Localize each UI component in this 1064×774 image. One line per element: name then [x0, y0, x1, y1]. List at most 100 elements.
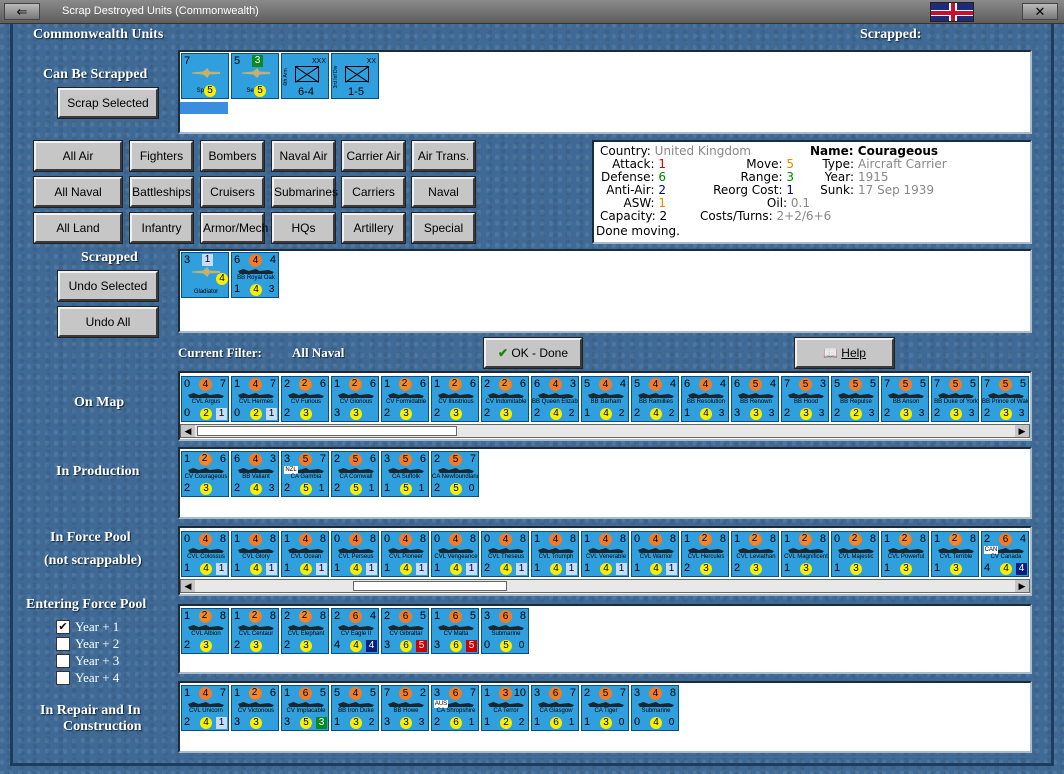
unit-counter[interactable]: 1 4 8 CVL Venerable 1 4 1 — [581, 531, 629, 577]
unit-counter[interactable]: 0 4 8 CVL Vengeance 1 4 1 — [431, 531, 479, 577]
unit-counter[interactable]: 1 6 5 CV Implacable 3 5 3 — [281, 685, 329, 731]
unit-counter[interactable]: 7 5 5 BB Prince of Wales 2 3 3 — [981, 376, 1029, 422]
filter-button-all-air[interactable]: All Air — [33, 140, 123, 172]
unit-counter[interactable]: 7 5 5 BB Duke of York 2 3 3 — [931, 376, 979, 422]
scroll-left-icon[interactable]: ◀ — [181, 425, 195, 437]
filter-button-special[interactable]: Special — [411, 212, 476, 244]
unit-counter[interactable]: 7 5 5 BB Anson 2 3 3 — [881, 376, 929, 422]
unit-counter[interactable]: 1 4 7 CVL Unicorn 2 4 1 — [181, 685, 229, 731]
unit-counter[interactable]: 1 6 5 CV Malta 3 6 5 — [431, 608, 479, 654]
unit-counter[interactable]: 5 5 5 BB Repulse 2 2 3 — [831, 376, 879, 422]
unit-counter[interactable]: 0 4 7 CVL Argus 0 2 1 — [181, 376, 229, 422]
scrap-selected-button[interactable]: Scrap Selected — [57, 87, 159, 119]
filter-button-hqs[interactable]: HQs — [271, 212, 336, 244]
undo-selected-button[interactable]: Undo Selected — [57, 270, 159, 302]
filter-button-bombers[interactable]: Bombers — [200, 140, 265, 172]
unit-counter[interactable]: 7 5 2 BB Howe 3 3 3 — [381, 685, 429, 731]
on-map-scrollbar[interactable]: ◀ ▶ — [180, 424, 1030, 438]
year-checkbox[interactable] — [56, 654, 70, 668]
unit-counter[interactable]: 256CV Indomitable232 — [481, 376, 529, 422]
unit-counter[interactable]: 148CVL Magnificent132 — [781, 531, 829, 577]
unit-counter[interactable]: 0 4 8 CVL Warrior 1 4 1 — [631, 531, 679, 577]
filter-button-carriers[interactable]: Carriers — [341, 176, 406, 208]
filter-button-all-land[interactable]: All Land — [33, 212, 123, 244]
unit-counter[interactable]: 3 6 8 Submarine 0 5 0 — [481, 608, 529, 654]
filter-button-artillery[interactable]: Artillery — [341, 212, 406, 244]
unit-counter[interactable]: 158CVL Albion232 — [181, 608, 229, 654]
filter-button-all-naval[interactable]: All Naval — [33, 176, 123, 208]
ok-done-button[interactable]: ✔ OK - Done — [483, 337, 583, 369]
unit-counter[interactable]: 6 4 3 BB Valiant 2 4 3 — [231, 451, 279, 497]
unit-counter[interactable]: 5 4 4 BB Barham 1 4 2 — [581, 376, 629, 422]
unit-counter[interactable]: 3 5 7 NZL CA Gambia 2 5 1 — [281, 451, 329, 497]
force-pool-scrollbar[interactable]: ◀ ▶ — [180, 579, 1030, 593]
unit-counter[interactable]: 3 6 7 CA Glasgow 1 6 1 — [531, 685, 579, 731]
unit-counter[interactable]: 7Spitfire5 — [181, 53, 229, 99]
unit-counter[interactable]: 1 4 8 CVL Triumph 1 4 1 — [531, 531, 579, 577]
filter-button-fighters[interactable]: Fighters — [129, 140, 194, 172]
unit-counter[interactable]: 2 6 4 CV Eagle II 4 4 4 — [331, 608, 379, 654]
unit-counter[interactable]: 0 4 8 CVL Colossus 1 4 1 — [181, 531, 229, 577]
unit-counter[interactable]: 0 4 8 CVL Pioneer 1 4 1 — [381, 531, 429, 577]
scroll-thumb[interactable] — [353, 581, 507, 591]
scroll-right-icon[interactable]: ▶ — [1015, 580, 1029, 592]
unit-counter[interactable]: 148CVL Powerful132 — [881, 531, 929, 577]
scroll-left-icon[interactable]: ◀ — [181, 580, 195, 592]
unit-counter[interactable]: 148CVL Hercules232 — [681, 531, 729, 577]
undo-all-button[interactable]: Undo All — [57, 306, 159, 338]
filter-button-armor-mech[interactable]: Armor/Mech — [200, 212, 268, 244]
unit-counter[interactable]: XX 3rd Inf Div 1-5 — [331, 53, 379, 99]
unit-counter[interactable]: 6 4 4 BB Royal Oak 1 4 3 — [231, 252, 279, 298]
unit-counter[interactable]: 158CVL Centaur232 — [231, 608, 279, 654]
filter-button-battleships[interactable]: Battleships — [129, 176, 194, 208]
scroll-right-icon[interactable]: ▶ — [1015, 425, 1029, 437]
unit-counter[interactable]: 3 5 6 CA Suffolk 1 5 1 — [381, 451, 429, 497]
year-checkbox[interactable]: ✔ — [56, 620, 70, 634]
unit-counter[interactable]: 1 3 10 CA Terror 1 2 2 — [481, 685, 529, 731]
filter-button-naval-air[interactable]: Naval Air — [271, 140, 336, 172]
unit-counter[interactable]: 2 6 5 CV Gibraltar 3 6 5 — [381, 608, 429, 654]
system-menu-button[interactable]: ⇐ — [4, 3, 40, 20]
unit-counter[interactable]: 5 4 5 BB Iron Duke 1 3 2 — [331, 685, 379, 731]
unit-counter[interactable]: 643BB Queen Elizabeth242 — [531, 376, 579, 422]
unit-counter[interactable]: 6 4 4 BB Resolution 1 4 3 — [681, 376, 729, 422]
unit-counter[interactable]: 156CV Formidable232 — [381, 376, 429, 422]
unit-counter[interactable]: 7 5 3 BB Hood 2 3 3 — [781, 376, 829, 422]
year-checkbox[interactable] — [56, 637, 70, 651]
unit-counter[interactable]: 258CVL Elephant232 — [281, 608, 329, 654]
unit-counter[interactable]: 148CVL Leviathan232 — [731, 531, 779, 577]
unit-counter[interactable]: 6 5 4 BB Renown 3 3 3 — [731, 376, 779, 422]
unit-counter[interactable]: 156CV Illustrious232 — [431, 376, 479, 422]
unit-counter[interactable]: 148CVL Terrible132 — [931, 531, 979, 577]
unit-counter[interactable]: 1 4 8 CVL Glory 1 4 1 — [231, 531, 279, 577]
unit-counter[interactable]: XXX 6th Arm 6-4 — [281, 53, 329, 99]
filter-button-cruisers[interactable]: Cruisers — [200, 176, 265, 208]
year-checkbox[interactable] — [56, 671, 70, 685]
unit-counter[interactable]: 156CV Courageous232 — [181, 451, 229, 497]
unit-counter[interactable]: 2 5 6 CA Cornwall 2 5 1 — [331, 451, 379, 497]
filter-button-naval-trans[interactable]: Naval Trans. — [411, 176, 476, 225]
unit-counter[interactable]: 156CV Glorious332 — [331, 376, 379, 422]
close-button[interactable]: ✕ — [1022, 3, 1058, 20]
unit-counter[interactable]: 5 4 4 BB Ramillies 2 4 2 — [631, 376, 679, 422]
unit-counter[interactable]: 1 4 8 CVL Ocean 1 4 1 — [281, 531, 329, 577]
help-button[interactable]: 📖 Help — [794, 337, 895, 369]
unit-counter[interactable]: 256CV Furious232 — [281, 376, 329, 422]
unit-counter[interactable]: 53Seafire5 — [231, 53, 279, 99]
filter-button-infantry[interactable]: Infantry — [129, 212, 194, 244]
filter-button-air-trans[interactable]: Air Trans. — [411, 140, 476, 172]
filter-button-carrier-air[interactable]: Carrier Air — [341, 140, 406, 172]
unit-counter[interactable]: 0 4 8 CVL Theseus 2 4 1 — [481, 531, 529, 577]
unit-counter[interactable]: 156CV Victorious332 — [231, 685, 279, 731]
unit-counter[interactable]: 1 4 7 CVL Hermes 0 2 1 — [231, 376, 279, 422]
filter-button-submarines[interactable]: Submarines — [271, 176, 338, 208]
unit-counter[interactable]: 0 4 8 CVL Perseus 1 4 1 — [331, 531, 379, 577]
unit-counter[interactable]: 048CVL Majestic132 — [831, 531, 879, 577]
unit-counter[interactable]: 3 6 7 AUS CA Shropshire 2 6 1 — [431, 685, 479, 731]
unit-counter[interactable]: 2 5 7 CA Tiger 1 3 0 — [581, 685, 629, 731]
unit-counter[interactable]: 2 5 7 CA Newfoundland 2 5 0 — [431, 451, 479, 497]
unit-counter[interactable]: 2 6 4 CAN CV Canada 4 4 4 — [981, 531, 1029, 577]
scroll-thumb[interactable] — [197, 426, 457, 436]
unit-counter[interactable]: 3 4 8 Submarine 0 4 0 — [631, 685, 679, 731]
unit-counter[interactable]: 3 1 Gladiator 4 — [181, 252, 229, 298]
